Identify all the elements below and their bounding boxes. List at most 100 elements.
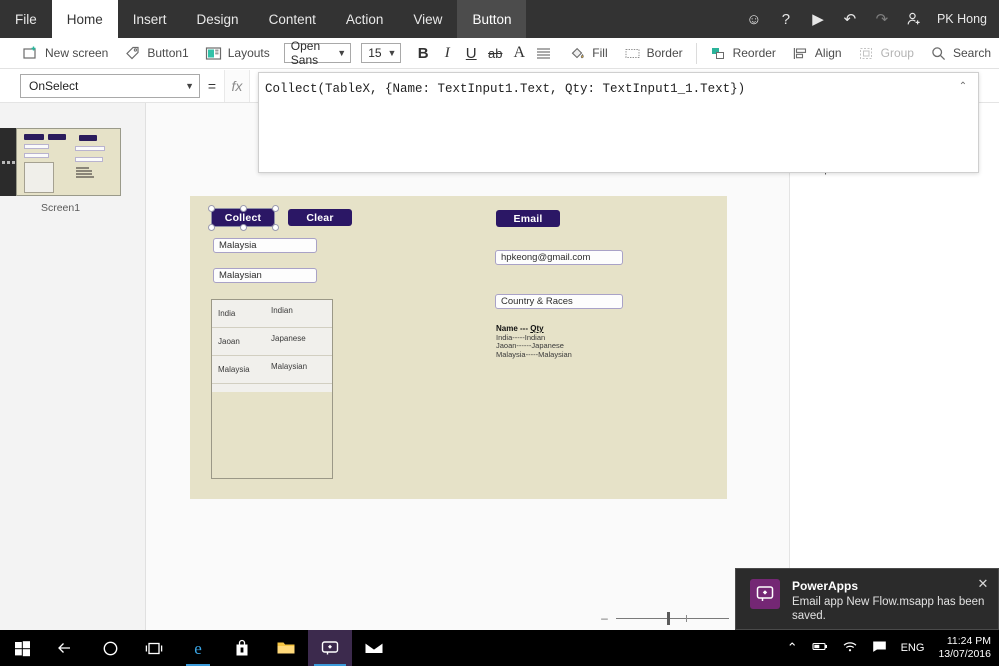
powerapps-icon (750, 579, 780, 609)
country-text-input[interactable]: Malaysia (213, 238, 317, 253)
formula-editor-panel[interactable]: Collect(TableX, {Name: TextInput1.Text, … (258, 72, 979, 173)
start-button[interactable] (0, 630, 44, 666)
group-button: Group (850, 39, 922, 67)
summary-header-name: Name --- (496, 324, 529, 333)
border-icon (624, 45, 641, 62)
user-name-label[interactable]: PK Hong (937, 12, 987, 26)
subject-text-value: Country & Races (501, 296, 573, 307)
tab-content[interactable]: Content (254, 0, 331, 38)
chevron-down-icon: ▼ (387, 48, 397, 58)
selection-handle-sw[interactable] (208, 224, 215, 231)
tab-insert[interactable]: Insert (118, 0, 182, 38)
mail-icon[interactable] (352, 630, 396, 666)
screens-pane: Screen1 (0, 103, 146, 630)
race-text-input[interactable]: Malaysian (213, 268, 317, 283)
back-button[interactable] (44, 630, 88, 666)
control-name-button[interactable]: Button1 (116, 39, 196, 67)
underline-label: U (465, 44, 477, 62)
toast-title: PowerApps (792, 579, 859, 593)
italic-button[interactable]: I (435, 40, 459, 66)
chevron-down-icon: ▼ (337, 48, 347, 58)
tab-file[interactable]: File (0, 0, 52, 38)
help-icon[interactable]: ? (777, 10, 795, 28)
align-objects-label: Align (814, 46, 842, 60)
preview-play-icon[interactable]: ▶ (809, 10, 827, 28)
clock[interactable]: 11:24 PM 13/07/2016 (938, 635, 991, 661)
selection-handle-s[interactable] (240, 224, 247, 231)
selection-handle-nw[interactable] (208, 205, 215, 212)
table-row[interactable]: Malaysia Malaysian (212, 356, 332, 384)
selection-handle-ne[interactable] (272, 205, 279, 212)
zoom-slider-track[interactable] (616, 611, 729, 625)
zoom-slider-tick (686, 614, 688, 622)
table-row[interactable]: India Indian (212, 300, 332, 328)
language-indicator[interactable]: ENG (901, 642, 925, 654)
toast-body: PowerApps Email app New Flow.msapp has b… (792, 579, 988, 629)
fx-icon[interactable]: fx (224, 69, 250, 102)
selection-handle-se[interactable] (272, 224, 279, 231)
reorder-button[interactable]: Reorder (702, 39, 784, 67)
tab-action[interactable]: Action (331, 0, 399, 38)
account-person-icon[interactable] (905, 10, 923, 28)
search-button[interactable]: Search (922, 39, 999, 67)
chevron-down-icon: ▼ (185, 80, 194, 91)
ribbon-tab-bar: File Home Insert Design Content Action V… (0, 0, 999, 38)
tab-view[interactable]: View (398, 0, 457, 38)
text-align-button[interactable] (531, 40, 555, 66)
collapse-chevron-icon[interactable]: ⌃ (956, 81, 970, 93)
zoom-out-button[interactable]: – (600, 611, 609, 625)
font-family-value: Open Sans (290, 39, 321, 67)
underline-button[interactable]: U (459, 40, 483, 66)
font-size-select[interactable]: 15 ▼ (361, 43, 402, 63)
clear-button-label: Clear (306, 211, 334, 224)
formula-expression[interactable]: Collect(TableX, {Name: TextInput1.Text, … (265, 81, 954, 97)
app-screen-canvas[interactable]: Collect Clear Email Malaysia Malaysian h… (190, 196, 727, 499)
subject-text-input[interactable]: Country & Races (495, 294, 623, 309)
cortana-button[interactable] (88, 630, 132, 666)
powerapps-icon[interactable] (308, 630, 352, 666)
selection-handle-n[interactable] (240, 205, 247, 212)
tab-home[interactable]: Home (51, 0, 118, 38)
battery-icon[interactable] (812, 640, 828, 656)
feedback-smiley-icon[interactable]: ☺ (745, 10, 763, 28)
task-view-button[interactable] (132, 630, 176, 666)
layouts-button[interactable]: Layouts (197, 39, 278, 67)
show-hidden-icons-chevron-icon[interactable]: ⌃ (787, 640, 798, 656)
close-icon[interactable]: ✕ (976, 577, 990, 591)
property-select[interactable]: OnSelect ▼ (20, 73, 200, 98)
store-icon[interactable] (220, 630, 264, 666)
text-color-button[interactable]: A (507, 40, 531, 66)
font-family-select[interactable]: Open Sans ▼ (283, 39, 352, 67)
race-text-value: Malaysian (219, 270, 262, 281)
edge-icon[interactable]: e (176, 630, 220, 666)
gallery-cell-name: Jaoan (218, 337, 240, 346)
email-text-input[interactable]: hpkeong@gmail.com (495, 250, 623, 265)
border-button[interactable]: Border (616, 39, 691, 67)
redo-icon: ↷ (875, 10, 889, 28)
tab-design[interactable]: Design (182, 0, 254, 38)
data-gallery[interactable]: India Indian Jaoan Japanese Malaysia Mal… (211, 299, 333, 479)
table-row-empty[interactable] (212, 384, 332, 392)
notification-toast[interactable]: PowerApps Email app New Flow.msapp has b… (735, 568, 999, 630)
email-text-value: hpkeong@gmail.com (501, 252, 591, 263)
bold-button[interactable]: B (411, 40, 435, 66)
strikethrough-button[interactable]: ab (483, 40, 507, 66)
zoom-slider[interactable]: – + (600, 606, 745, 630)
clear-button[interactable]: Clear (288, 209, 352, 226)
screen-thumbnail-item[interactable] (0, 128, 121, 196)
action-center-icon[interactable] (872, 640, 887, 656)
tab-button[interactable]: Button (457, 0, 527, 38)
canvas-area[interactable]: Collect Clear Email Malaysia Malaysian h… (146, 103, 789, 630)
wifi-icon[interactable] (842, 640, 858, 656)
align-button[interactable]: Align (784, 39, 850, 67)
collect-button-label: Collect (224, 211, 262, 224)
table-row[interactable]: Jaoan Japanese (212, 328, 332, 356)
fill-button[interactable]: Fill (561, 39, 615, 67)
new-screen-button[interactable]: New screen (14, 39, 116, 67)
zoom-slider-thumb[interactable] (666, 611, 670, 625)
file-explorer-icon[interactable] (264, 630, 308, 666)
screen-drag-handle[interactable] (0, 128, 16, 196)
powerapps-window: File Home Insert Design Content Action V… (0, 0, 999, 666)
email-button[interactable]: Email (496, 210, 560, 227)
undo-icon[interactable]: ↶ (841, 10, 859, 28)
